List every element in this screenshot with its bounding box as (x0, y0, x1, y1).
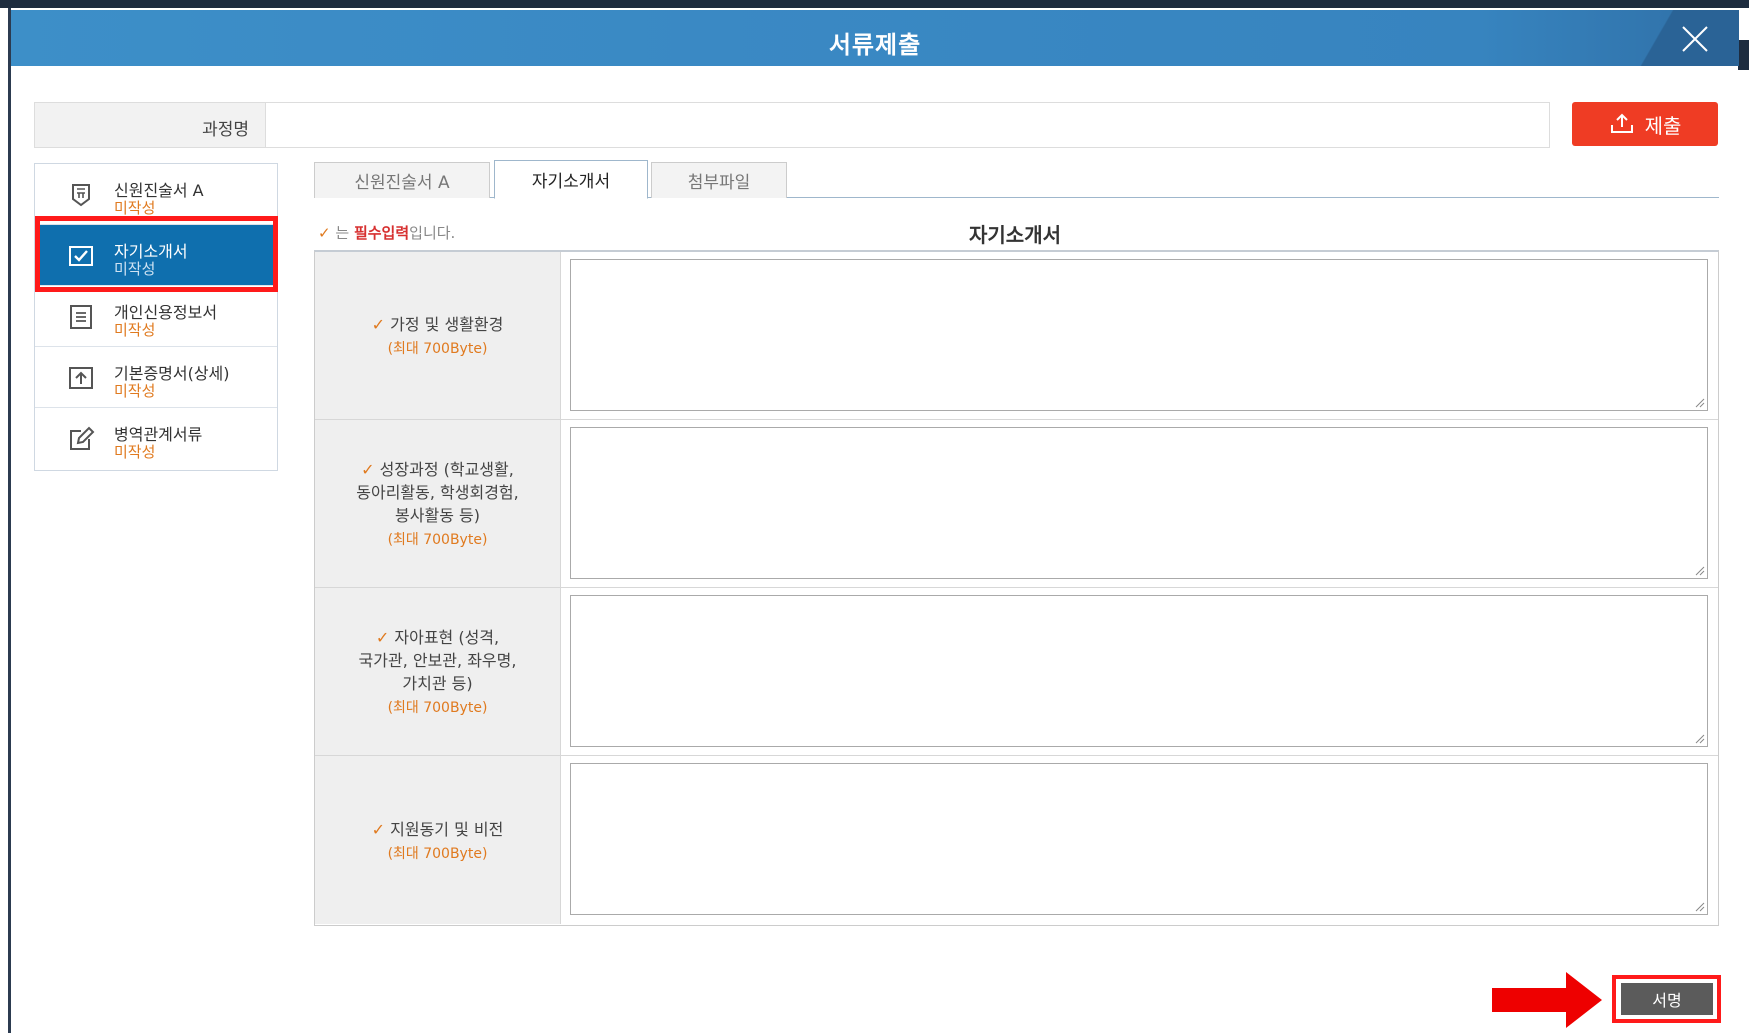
resize-grip-icon[interactable] (1693, 900, 1705, 912)
page: 서류제출 과정명 제출 신원진술서 A 미작성 자기소개서 미작성 개인신용정보… (0, 0, 1749, 1033)
right-edge (1738, 40, 1749, 70)
self-expression-textarea[interactable] (570, 595, 1708, 747)
family-environment-textarea[interactable] (570, 259, 1708, 411)
motivation-vision-textarea[interactable] (570, 763, 1708, 915)
required-note-prefix: 는 (335, 224, 354, 242)
sidebar-item-status: 미작성 (114, 443, 156, 461)
dialog-header: 서류제출 (11, 10, 1739, 66)
check-icon: ✓ (371, 819, 386, 839)
field-limit: (최대 700Byte) (387, 341, 488, 357)
field-label-cell: ✓ 지원동기 및 비전 (최대 700Byte) (315, 756, 561, 924)
close-icon (1682, 26, 1708, 52)
check-icon: ✓ (361, 460, 375, 479)
upload-box-icon (69, 367, 93, 389)
required-note: ✓ 는 필수입력입니다. (318, 222, 455, 243)
close-button[interactable] (1679, 23, 1711, 55)
sidebar-item-self-introduction[interactable]: 자기소개서 미작성 (35, 225, 277, 286)
resize-grip-icon[interactable] (1693, 396, 1705, 408)
sidebar-item-status: 미작성 (114, 321, 156, 339)
sidebar-item-status: 미작성 (114, 199, 156, 217)
sidebar-item-status: 미작성 (114, 382, 156, 400)
form-row-motivation: ✓ 지원동기 및 비전 (최대 700Byte) (315, 756, 1718, 924)
field-label: ✓ 자아표현 (성격, 국가관, 안보관, 좌우명, 가치관 등) (359, 626, 517, 695)
course-row: 과정명 (34, 102, 1550, 148)
field-label-text: 지원동기 및 비전 (390, 819, 504, 839)
left-border (8, 8, 11, 1033)
growth-process-textarea[interactable] (570, 427, 1708, 579)
field-label: ✓ 가정 및 생활환경 (372, 313, 504, 336)
arrow-right-icon (1492, 972, 1602, 1028)
resize-grip-icon[interactable] (1693, 564, 1705, 576)
top-border (0, 0, 1749, 8)
upload-icon (1610, 113, 1633, 133)
submit-button[interactable]: 제출 (1572, 102, 1718, 146)
badge-icon (72, 184, 90, 207)
dialog-title: 서류제출 (828, 31, 922, 59)
sidebar-item-status: 미작성 (114, 260, 156, 278)
field-label-cell: ✓ 자아표현 (성격, 국가관, 안보관, 좌우명, 가치관 등) (최대 70… (315, 588, 561, 755)
field-label: ✓ 지원동기 및 비전 (372, 818, 504, 841)
check-icon: ✓ (371, 315, 386, 334)
tab-bar: 신원진술서 A 자기소개서 첨부파일 (314, 160, 1719, 199)
sign-button[interactable]: 서명 (1621, 983, 1713, 1015)
tab-self-introduction[interactable]: 자기소개서 (494, 160, 648, 199)
field-label-text: 성장과정 (학교생활, 동아리활동, 학생회경험, 봉사활동 등) (356, 460, 519, 525)
form-table: ✓ 가정 및 생활환경 (최대 700Byte) ✓ 성장과정 (학교생활, 동… (314, 250, 1719, 926)
edit-icon (70, 426, 95, 450)
document-sidebar: 신원진술서 A 미작성 자기소개서 미작성 개인신용정보서 미작성 기본증명서(… (34, 163, 278, 471)
field-limit: (최대 700Byte) (387, 700, 488, 716)
sidebar-item-military-docs[interactable]: 병역관계서류 미작성 (35, 408, 277, 469)
required-note-suffix: 입니다. (409, 224, 456, 242)
course-label: 과정명 (202, 120, 249, 140)
tab-identity-statement[interactable]: 신원진술서 A (314, 162, 490, 198)
check-icon: ✓ (318, 224, 331, 242)
field-label-text: 가정 및 생활환경 (390, 315, 504, 334)
submit-label: 제출 (1644, 113, 1682, 138)
form-row-family: ✓ 가정 및 생활환경 (최대 700Byte) (315, 252, 1718, 420)
field-label: ✓ 성장과정 (학교생활, 동아리활동, 학생회경험, 봉사활동 등) (356, 458, 518, 527)
sidebar-item-credit-info[interactable]: 개인신용정보서 미작성 (35, 286, 277, 347)
field-label-cell: ✓ 성장과정 (학교생활, 동아리활동, 학생회경험, 봉사활동 등) (최대 … (315, 420, 561, 587)
form-title: 자기소개서 (969, 223, 1061, 247)
checkbox-icon (69, 246, 93, 266)
field-label-cell: ✓ 가정 및 생활환경 (최대 700Byte) (315, 252, 561, 419)
sidebar-item-basic-certificate[interactable]: 기본증명서(상세) 미작성 (35, 347, 277, 408)
field-limit: (최대 700Byte) (387, 532, 488, 548)
required-note-bold: 필수입력 (353, 224, 410, 242)
resize-grip-icon[interactable] (1693, 732, 1705, 744)
check-icon: ✓ (375, 628, 390, 647)
field-limit: (최대 700Byte) (387, 845, 488, 862)
form-row-growth: ✓ 성장과정 (학교생활, 동아리활동, 학생회경험, 봉사활동 등) (최대 … (315, 420, 1718, 588)
sidebar-item-identity-statement[interactable]: 신원진술서 A 미작성 (35, 164, 277, 225)
document-icon (70, 305, 92, 329)
tab-attachments[interactable]: 첨부파일 (651, 162, 787, 198)
course-name-field[interactable] (265, 103, 1549, 147)
form-row-self-expression: ✓ 자아표현 (성격, 국가관, 안보관, 좌우명, 가치관 등) (최대 70… (315, 588, 1718, 756)
